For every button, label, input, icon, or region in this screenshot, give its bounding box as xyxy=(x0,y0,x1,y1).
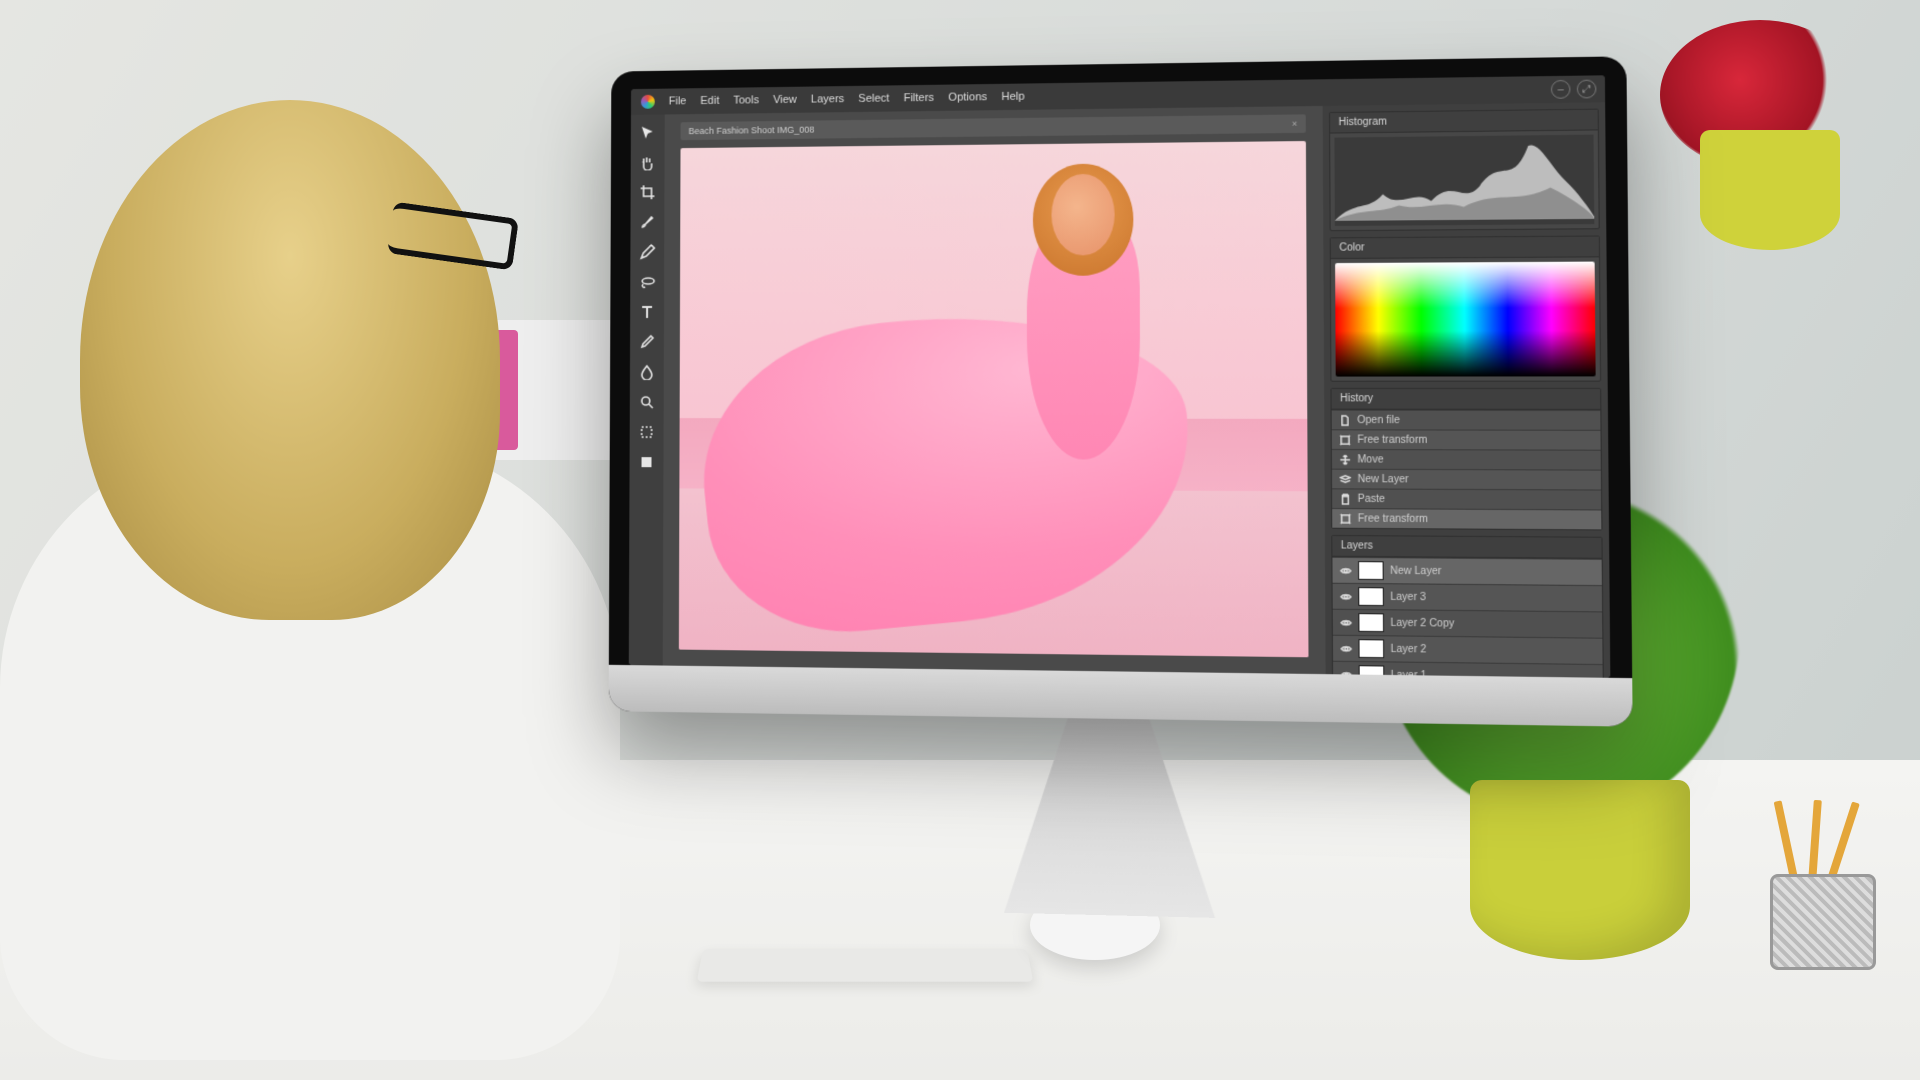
flower-pot xyxy=(1700,130,1840,250)
color-picker[interactable] xyxy=(1335,262,1596,377)
pencil-cup xyxy=(1760,820,1880,970)
history-step-icon xyxy=(1338,414,1351,426)
history-item[interactable]: Move xyxy=(1332,449,1601,470)
document-tab[interactable]: Beach Fashion Shoot IMG_008 × xyxy=(681,114,1306,140)
eyedropper-tool-icon[interactable] xyxy=(637,332,657,352)
marquee-tool-icon[interactable] xyxy=(637,422,657,442)
history-step-label: New Layer xyxy=(1358,473,1409,485)
history-title: History xyxy=(1332,389,1601,410)
history-step-icon xyxy=(1338,453,1351,465)
history-step-label: Open file xyxy=(1357,414,1400,425)
crop-tool-icon[interactable] xyxy=(638,182,658,202)
brush-tool-icon[interactable] xyxy=(637,212,657,232)
menu-select[interactable]: Select xyxy=(858,92,889,104)
monitor: File Edit Tools View Layers Select Filte… xyxy=(609,56,1633,726)
history-item[interactable]: Free transform xyxy=(1332,429,1601,449)
pencil-tool-icon[interactable] xyxy=(637,242,657,262)
histogram-graph xyxy=(1334,135,1594,226)
fill-tool-icon[interactable] xyxy=(637,452,657,472)
layers-panel: Layers New Layer Layer 3 Layer 2 Copy Layer… xyxy=(1331,535,1604,678)
menu-view[interactable]: View xyxy=(773,94,797,106)
maximize-button[interactable]: ⤢ xyxy=(1577,80,1597,99)
layer-item[interactable]: Layer 2 xyxy=(1333,635,1603,664)
color-panel: Color xyxy=(1330,235,1601,381)
canvas[interactable] xyxy=(679,141,1309,657)
menu-layers[interactable]: Layers xyxy=(811,93,844,105)
right-panels: Histogram Color xyxy=(1323,102,1611,678)
history-step-label: Free transform xyxy=(1358,513,1428,525)
menu-file[interactable]: File xyxy=(669,95,687,107)
plant-pot xyxy=(1470,780,1690,960)
history-item[interactable]: Open file xyxy=(1332,410,1601,430)
layer-item[interactable]: Layer 2 Copy xyxy=(1333,609,1603,638)
layer-thumbnail xyxy=(1358,587,1384,606)
document-title: Beach Fashion Shoot IMG_008 xyxy=(689,125,815,137)
history-step-icon xyxy=(1338,473,1351,485)
menu-filters[interactable]: Filters xyxy=(904,92,934,104)
eye-icon[interactable] xyxy=(1339,616,1352,629)
layer-item[interactable]: New Layer xyxy=(1332,557,1601,585)
menu-options[interactable]: Options xyxy=(948,91,987,104)
menu-tools[interactable]: Tools xyxy=(733,94,759,106)
layer-label: Layer 2 Copy xyxy=(1390,617,1454,629)
app-window: File Edit Tools View Layers Select Filte… xyxy=(629,75,1611,678)
zoom-tool-icon[interactable] xyxy=(637,392,657,412)
layer-label: Layer 3 xyxy=(1390,591,1426,603)
history-panel: History Open file Free transform Move New L… xyxy=(1330,388,1602,531)
app-logo-icon xyxy=(641,95,655,109)
eye-icon[interactable] xyxy=(1339,642,1352,655)
eye-icon[interactable] xyxy=(1339,564,1352,577)
history-step-icon xyxy=(1338,492,1351,505)
layer-item[interactable]: Layer 3 xyxy=(1333,583,1603,612)
menu-help[interactable]: Help xyxy=(1001,91,1024,103)
history-step-label: Paste xyxy=(1358,493,1385,505)
lasso-tool-icon[interactable] xyxy=(637,272,657,292)
close-tab-icon[interactable]: × xyxy=(1292,119,1298,129)
history-item[interactable]: Paste xyxy=(1332,488,1601,509)
layer-label: Layer 2 xyxy=(1391,643,1427,655)
color-title: Color xyxy=(1331,237,1599,259)
histogram-title: Histogram xyxy=(1330,110,1598,134)
hand-tool-icon[interactable] xyxy=(638,152,658,172)
layers-title: Layers xyxy=(1332,536,1601,559)
history-item[interactable]: New Layer xyxy=(1332,469,1601,490)
history-step-icon xyxy=(1339,512,1352,525)
history-step-label: Move xyxy=(1357,454,1383,465)
history-step-icon xyxy=(1338,433,1351,445)
move-tool-icon[interactable] xyxy=(638,123,658,143)
eye-icon[interactable] xyxy=(1339,590,1352,603)
office-scene: File Edit Tools View Layers Select Filte… xyxy=(0,0,1920,1080)
text-tool-icon[interactable] xyxy=(637,302,657,322)
menu-edit[interactable]: Edit xyxy=(700,95,719,107)
histogram-panel: Histogram xyxy=(1329,109,1600,232)
canvas-area: Beach Fashion Shoot IMG_008 × xyxy=(663,106,1326,674)
layer-thumbnail xyxy=(1358,561,1384,580)
history-step-label: Free transform xyxy=(1357,434,1427,446)
tool-palette xyxy=(629,114,665,665)
layer-thumbnail xyxy=(1358,613,1384,632)
minimize-button[interactable]: – xyxy=(1551,80,1571,99)
blur-tool-icon[interactable] xyxy=(637,362,657,382)
keyboard xyxy=(697,949,1033,982)
history-item[interactable]: Free transform xyxy=(1332,508,1601,529)
layer-label: New Layer xyxy=(1390,565,1441,577)
layer-thumbnail xyxy=(1358,639,1384,658)
